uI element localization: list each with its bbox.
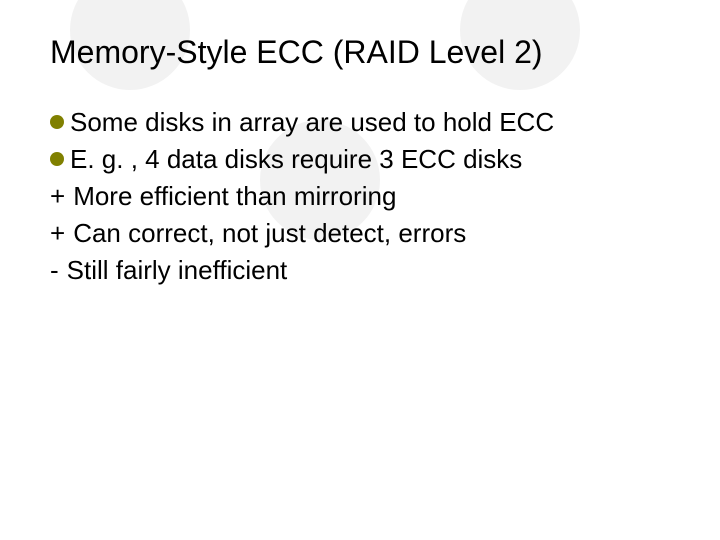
slide-body: Some disks in array are used to hold ECC… bbox=[50, 105, 670, 288]
minus-prefix: - bbox=[50, 253, 59, 288]
plus-prefix: + bbox=[50, 216, 65, 251]
bullet-text: More efficient than mirroring bbox=[73, 179, 670, 214]
bullet-dot-icon bbox=[50, 115, 64, 129]
bullet-text: E. g. , 4 data disks require 3 ECC disks bbox=[70, 142, 670, 177]
slide-title: Memory-Style ECC (RAID Level 2) bbox=[50, 34, 670, 71]
bullet-text: Some disks in array are used to hold ECC bbox=[70, 105, 670, 140]
slide-content: Memory-Style ECC (RAID Level 2) Some dis… bbox=[0, 0, 720, 288]
bullet-item: + Can correct, not just detect, errors bbox=[50, 216, 670, 251]
bullet-text: Can correct, not just detect, errors bbox=[73, 216, 670, 251]
plus-prefix: + bbox=[50, 179, 65, 214]
bullet-item: E. g. , 4 data disks require 3 ECC disks bbox=[50, 142, 670, 177]
bullet-dot-icon bbox=[50, 152, 64, 166]
bullet-text: Still fairly inefficient bbox=[67, 253, 670, 288]
bullet-item: - Still fairly inefficient bbox=[50, 253, 670, 288]
bullet-item: + More efficient than mirroring bbox=[50, 179, 670, 214]
bullet-item: Some disks in array are used to hold ECC bbox=[50, 105, 670, 140]
